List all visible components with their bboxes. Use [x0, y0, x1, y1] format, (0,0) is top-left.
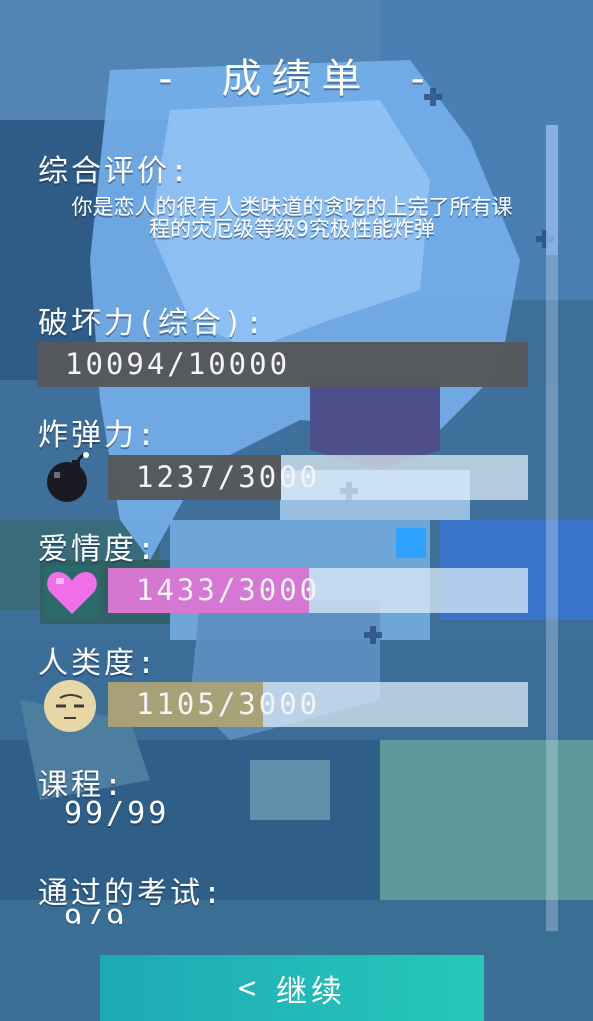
- continue-button[interactable]: < 继续: [100, 955, 484, 1021]
- bomb-bar: 1237/3000: [108, 455, 528, 500]
- evaluation-label: 综合评价:: [38, 154, 192, 189]
- love-label: 爱情度:: [38, 532, 159, 567]
- exams-value: 9/9: [64, 904, 128, 924]
- destruction-bar: 10094/10000: [37, 342, 528, 387]
- scrollbar-thumb[interactable]: [546, 125, 558, 255]
- love-bar: 1433/3000: [108, 568, 528, 613]
- page-title: - 成绩单 -: [153, 56, 440, 102]
- continue-label: 继续: [276, 973, 347, 1010]
- bomb-icon: [47, 452, 89, 502]
- chevron-left-icon: <: [237, 970, 261, 1006]
- scrollbar[interactable]: [546, 125, 558, 931]
- love-value: 1433/3000: [136, 573, 321, 607]
- bomb-value: 1237/3000: [136, 460, 321, 494]
- sleeping-face-icon: [44, 680, 96, 732]
- human-bar: 1105/3000: [108, 682, 528, 727]
- bomb-label: 炸弹力:: [38, 418, 159, 453]
- evaluation-text: 你是恋人的很有人类味道的贪吃的上完了所有课程的灾厄级等级9究极性能炸弹: [71, 195, 513, 241]
- courses-value: 99/99: [64, 796, 170, 831]
- heart-icon: [44, 566, 100, 618]
- destruction-value: 10094/10000: [65, 347, 291, 381]
- destruction-label: 破坏力(综合):: [38, 306, 267, 341]
- human-value: 1105/3000: [136, 687, 321, 721]
- exams-value-clip: 9/9: [0, 900, 540, 924]
- human-label: 人类度:: [38, 646, 159, 681]
